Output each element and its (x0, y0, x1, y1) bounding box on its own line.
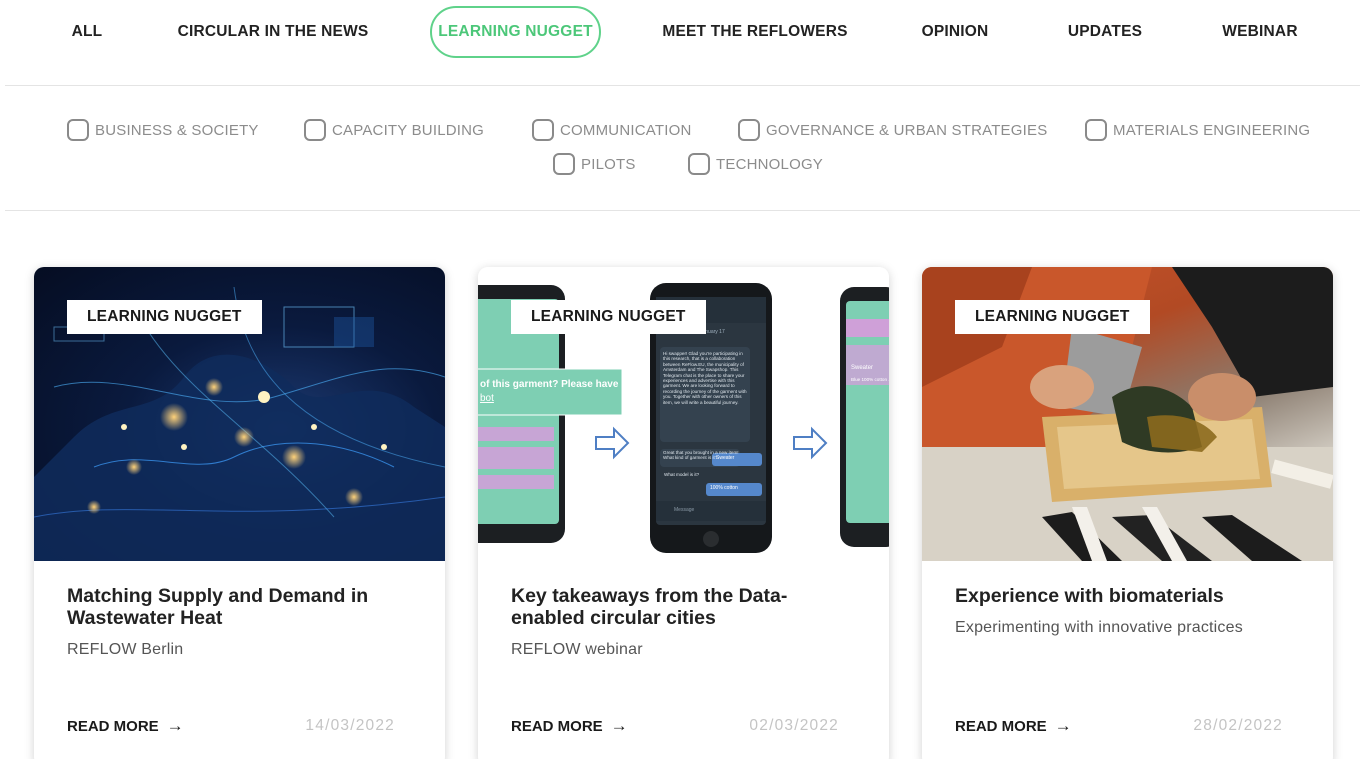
filter-label: PILOTS (581, 155, 636, 173)
card-title[interactable]: Experience with biomaterials (955, 585, 1300, 607)
card-title[interactable]: Key takeaways from the Data-enabled circ… (511, 585, 856, 629)
filter-pilots[interactable]: PILOTS (553, 153, 636, 175)
arrow-right-icon: → (166, 716, 184, 735)
card-image-biomaterials[interactable]: LEARNING NUGGET (922, 267, 1333, 561)
chat-link-text: bot (480, 393, 494, 404)
chat-reply: 100% cotton (710, 485, 738, 491)
checkbox[interactable] (67, 119, 89, 141)
category-badge: LEARNING NUGGET (67, 300, 262, 334)
filter-governance-urban-strategies[interactable]: GOVERNANCE & URBAN STRATEGIES (738, 119, 1047, 141)
tab-circular-in-the-news[interactable]: CIRCULAR IN THE NEWS (178, 6, 369, 58)
card-subtitle: Experimenting with innovative practices (955, 619, 1243, 636)
chat-label: Sweater (851, 365, 874, 371)
article-card[interactable]: LEARNING NUGGET Matching Supply and Dema… (34, 267, 445, 759)
filter-communication[interactable]: COMMUNICATION (532, 119, 691, 141)
card-date: 14/03/2022 (305, 717, 395, 734)
arrow-icon (595, 426, 630, 460)
filter-business-society[interactable]: BUSINESS & SOCIETY (67, 119, 259, 141)
read-more-label: READ MORE (67, 717, 159, 735)
read-more-link[interactable]: READ MORE → (67, 716, 184, 736)
category-tabs: ALL CIRCULAR IN THE NEWS LEARNING NUGGET… (0, 0, 1361, 86)
filter-materials-engineering[interactable]: MATERIALS ENGINEERING (1085, 119, 1310, 141)
filter-label: CAPACITY BUILDING (332, 121, 485, 139)
card-image-chat-phones[interactable]: of this garment? Please have a bot swapb… (478, 267, 889, 561)
filter-label: GOVERNANCE & URBAN STRATEGIES (766, 121, 1048, 139)
filter-capacity-building[interactable]: CAPACITY BUILDING (304, 119, 484, 141)
chat-reply: Sweater (716, 455, 735, 461)
chat-message: What model is it? (664, 472, 700, 477)
card-subtitle: REFLOW Berlin (67, 641, 184, 658)
checkbox[interactable] (688, 153, 710, 175)
tab-all[interactable]: ALL (68, 6, 106, 58)
card-subtitle: REFLOW webinar (511, 641, 643, 658)
read-more-link[interactable]: READ MORE → (511, 716, 628, 736)
tab-opinion[interactable]: OPINION (920, 6, 990, 58)
checkbox[interactable] (532, 119, 554, 141)
checkbox[interactable] (1085, 119, 1107, 141)
read-more-link[interactable]: READ MORE → (955, 716, 1072, 736)
read-more-label: READ MORE (955, 717, 1047, 735)
card-date: 02/03/2022 (749, 717, 839, 734)
card-image-data-map[interactable]: LEARNING NUGGET (34, 267, 445, 561)
arrow-right-icon: → (1054, 716, 1072, 735)
tab-learning-nugget[interactable]: LEARNING NUGGET (430, 6, 601, 58)
read-more-label: READ MORE (511, 717, 603, 735)
card-date: 28/02/2022 (1193, 717, 1283, 734)
tab-webinar[interactable]: WEBINAR (1220, 6, 1300, 58)
arrow-right-icon: → (610, 716, 628, 735)
divider (5, 210, 1360, 211)
divider (5, 85, 1360, 86)
checkbox[interactable] (553, 153, 575, 175)
filter-label: COMMUNICATION (560, 121, 692, 139)
chat-message: Hi swapper! Glad you're participating in… (663, 351, 747, 405)
category-badge: LEARNING NUGGET (511, 300, 706, 334)
chat-text: Blue 100% cotton ... (851, 377, 889, 382)
category-badge: LEARNING NUGGET (955, 300, 1150, 334)
checkbox[interactable] (738, 119, 760, 141)
tab-updates[interactable]: UPDATES (1066, 6, 1144, 58)
article-card[interactable]: LEARNING NUGGET Experience with biomater… (922, 267, 1333, 759)
chat-question-text: of this garment? Please have a (480, 379, 620, 390)
tab-meet-the-reflowers[interactable]: MEET THE REFLOWERS (662, 6, 847, 58)
arrow-icon (793, 426, 828, 460)
filter-label: MATERIALS ENGINEERING (1113, 121, 1311, 139)
chat-input: Message (674, 507, 695, 513)
card-title[interactable]: Matching Supply and Demand in Wastewater… (67, 585, 412, 629)
filter-label: BUSINESS & SOCIETY (95, 121, 259, 139)
filter-label: TECHNOLOGY (716, 155, 824, 173)
checkbox[interactable] (304, 119, 326, 141)
article-card[interactable]: of this garment? Please have a bot swapb… (478, 267, 889, 759)
filter-technology[interactable]: TECHNOLOGY (688, 153, 823, 175)
